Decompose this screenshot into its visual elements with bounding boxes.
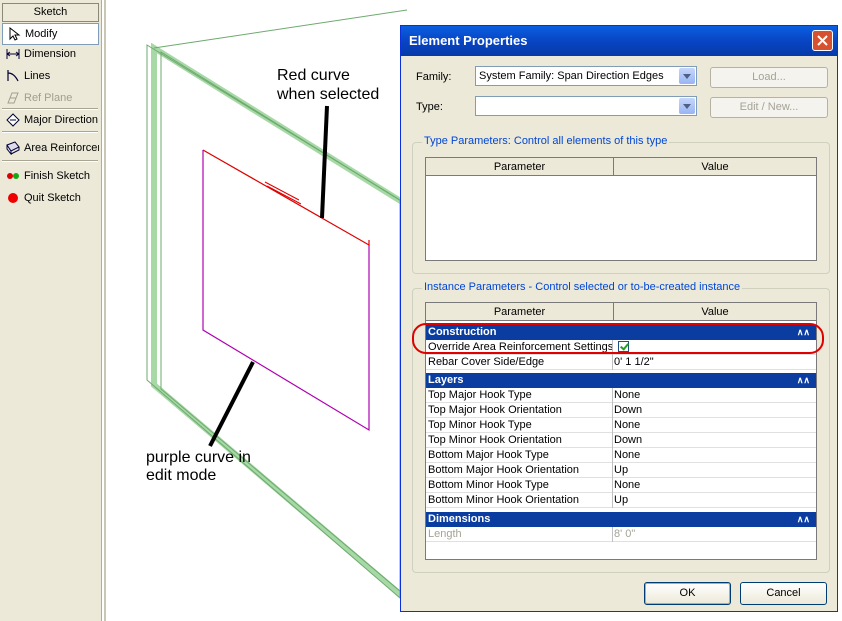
- ok-button[interactable]: OK: [644, 582, 731, 605]
- close-button[interactable]: [812, 30, 833, 51]
- param-name: Bottom Minor Hook Orientation: [428, 494, 580, 506]
- param-value[interactable]: Down: [614, 433, 642, 447]
- param-row[interactable]: Top Major Hook Orientation Down: [426, 403, 816, 418]
- cancel-button[interactable]: Cancel: [740, 582, 827, 605]
- annotation-purple-curve-line2: edit mode: [146, 467, 217, 484]
- ref-plane-icon: [7, 92, 19, 104]
- annotation-red-curve-line2: when selected: [277, 86, 380, 103]
- param-name: Top Minor Hook Type: [428, 419, 532, 431]
- param-value[interactable]: None: [614, 478, 640, 492]
- param-value[interactable]: None: [614, 448, 640, 462]
- area-reinforcement-icon: [6, 141, 20, 155]
- tool-finish-sketch[interactable]: Finish Sketch: [2, 166, 99, 186]
- tool-area-reinforcement[interactable]: Area Reinforcement: [2, 138, 99, 158]
- panel-splitter[interactable]: [104, 0, 106, 621]
- param-name: Top Major Hook Type: [428, 389, 532, 401]
- section-layers[interactable]: Layers ∧∧: [426, 373, 816, 388]
- collapse-icon[interactable]: ∧∧: [797, 512, 810, 527]
- param-value[interactable]: 0' 1 1/2": [614, 355, 654, 369]
- purple-edit-curve[interactable]: [202, 150, 370, 432]
- chevron-down-icon[interactable]: [679, 98, 695, 114]
- tool-label: Area Reinforcement: [24, 142, 99, 154]
- param-row[interactable]: Top Minor Hook Orientation Down: [426, 433, 816, 448]
- type-label: Type:: [416, 101, 443, 113]
- instance-parameters-title: Instance Parameters - Control selected o…: [422, 281, 743, 293]
- annotation-arrow-red: [320, 105, 329, 219]
- tool-major-direction[interactable]: Major Direction: [2, 110, 99, 130]
- tool-ref-plane: Ref Plane: [2, 88, 99, 108]
- param-value: 8' 0": [614, 528, 636, 540]
- param-row[interactable]: Bottom Major Hook Orientation Up: [426, 463, 816, 478]
- param-value[interactable]: None: [614, 388, 640, 402]
- close-icon: [817, 35, 828, 46]
- dialog-title: Element Properties: [409, 33, 528, 48]
- param-name: Top Minor Hook Orientation: [428, 434, 562, 446]
- dialog-title-bar[interactable]: Element Properties: [401, 26, 837, 56]
- param-row[interactable]: Bottom Minor Hook Type None: [426, 478, 816, 493]
- type-parameters-grid[interactable]: Parameter Value: [425, 157, 817, 261]
- selection-grip[interactable]: [264, 181, 302, 205]
- param-name: Bottom Minor Hook Type: [428, 479, 549, 491]
- tool-label: Quit Sketch: [24, 192, 81, 204]
- annotation-purple-curve-line1: purple curve in: [146, 449, 251, 466]
- quit-sketch-icon: [8, 193, 18, 203]
- column-header-value[interactable]: Value: [614, 158, 816, 176]
- family-dropdown[interactable]: System Family: Span Direction Edges: [475, 66, 697, 86]
- param-value[interactable]: Down: [614, 403, 642, 417]
- tool-label: Lines: [24, 70, 51, 82]
- family-label: Family:: [416, 71, 452, 83]
- param-row[interactable]: Bottom Major Hook Type None: [426, 448, 816, 463]
- column-header-parameter[interactable]: Parameter: [426, 303, 614, 321]
- panel-divider: [2, 160, 98, 162]
- column-header-value[interactable]: Value: [614, 303, 816, 321]
- cursor-arrow-icon: [9, 27, 21, 41]
- element-properties-dialog: Element Properties Family: System Family…: [400, 25, 838, 612]
- param-row[interactable]: Rebar Cover Side/Edge 0' 1 1/2": [426, 355, 816, 370]
- tool-quit-sketch[interactable]: Quit Sketch: [2, 188, 99, 208]
- type-dropdown[interactable]: [475, 96, 697, 116]
- param-value[interactable]: None: [614, 418, 640, 432]
- param-row: Length 8' 0": [426, 527, 816, 542]
- finish-sketch-icon: [7, 173, 19, 179]
- type-parameters-title: Type Parameters: Control all elements of…: [422, 135, 670, 147]
- param-value[interactable]: Up: [614, 463, 628, 477]
- tool-dimension[interactable]: Dimension: [2, 44, 99, 64]
- annotation-red-curve-line1: Red curve: [277, 67, 350, 84]
- tool-label: Finish Sketch: [24, 170, 91, 182]
- param-name: Length: [428, 528, 462, 540]
- tool-label: Modify: [25, 28, 58, 40]
- load-button: Load...: [710, 67, 828, 88]
- section-title: Dimensions: [428, 513, 491, 525]
- family-dropdown-value: System Family: Span Direction Edges: [479, 70, 664, 82]
- param-name: Bottom Major Hook Orientation: [428, 464, 580, 476]
- param-name: Rebar Cover Side/Edge: [428, 356, 545, 368]
- param-row[interactable]: Top Minor Hook Type None: [426, 418, 816, 433]
- edit-new-button: Edit / New...: [710, 97, 828, 118]
- param-value[interactable]: Up: [614, 493, 628, 507]
- param-row[interactable]: Top Major Hook Type None: [426, 388, 816, 403]
- tool-label: Dimension: [24, 48, 76, 60]
- tool-label: Ref Plane: [24, 92, 73, 104]
- highlight-annotation-oval: [412, 323, 824, 354]
- panel-divider: [2, 131, 98, 133]
- tool-modify[interactable]: Modify: [2, 23, 99, 45]
- param-row[interactable]: Bottom Minor Hook Orientation Up: [426, 493, 816, 508]
- lines-icon: [7, 70, 19, 82]
- column-header-parameter[interactable]: Parameter: [426, 158, 614, 176]
- annotation-arrow-purple: [208, 361, 255, 447]
- chevron-down-icon[interactable]: [679, 68, 695, 84]
- collapse-icon[interactable]: ∧∧: [797, 373, 810, 388]
- param-name: Bottom Major Hook Type: [428, 449, 549, 461]
- tool-lines[interactable]: Lines: [2, 66, 99, 86]
- section-dimensions[interactable]: Dimensions ∧∧: [426, 512, 816, 527]
- major-direction-icon: [6, 113, 20, 127]
- param-name: Top Major Hook Orientation: [428, 404, 562, 416]
- dimension-icon: [6, 49, 20, 59]
- sketch-panel: Sketch Modify Dimension Lines Ref Plane …: [0, 0, 102, 621]
- tool-label: Major Direction: [24, 114, 98, 126]
- section-title: Layers: [428, 374, 464, 386]
- sketch-panel-header[interactable]: Sketch: [2, 3, 99, 22]
